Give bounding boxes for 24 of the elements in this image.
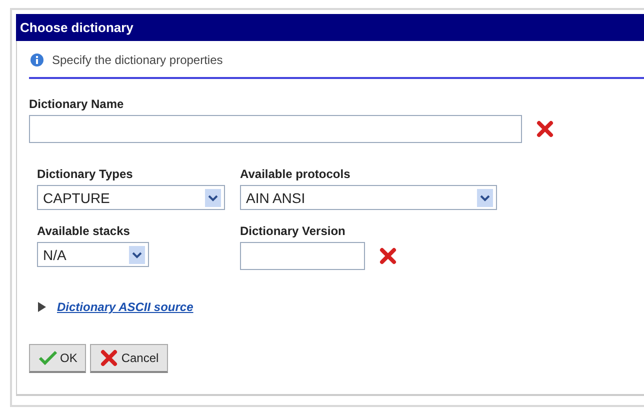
chevron-down-icon [129,246,145,264]
field-label: Available protocols [240,167,352,181]
input-field[interactable] [240,242,365,270]
clear-icon[interactable] [379,247,397,265]
ok-button[interactable]: OK [29,344,86,373]
info-text: Specify the dictionary properties [52,53,223,67]
window-title: Choose dictionary [16,14,644,41]
info-icon [30,53,44,67]
dropdown[interactable]: CAPTURE [37,185,225,210]
chevron-down-icon [477,188,493,206]
triangle-right-icon[interactable] [37,301,47,313]
cross-icon [99,349,120,367]
dropdown[interactable]: AIN ANSI [240,185,497,210]
field-label: Dictionary Name [29,97,125,111]
field-label: Available stacks [37,224,131,238]
source-link[interactable]: Dictionary ASCII source [57,300,194,314]
dropdown[interactable]: N/A [37,242,149,267]
chevron-down-icon [205,188,221,206]
checkmark-icon [38,350,58,366]
clear-icon[interactable] [536,120,554,138]
input-field[interactable] [29,115,522,143]
field-label: Dictionary Types [37,167,134,181]
field-label: Dictionary Version [240,224,346,238]
cancel-button[interactable]: Cancel [90,344,168,373]
